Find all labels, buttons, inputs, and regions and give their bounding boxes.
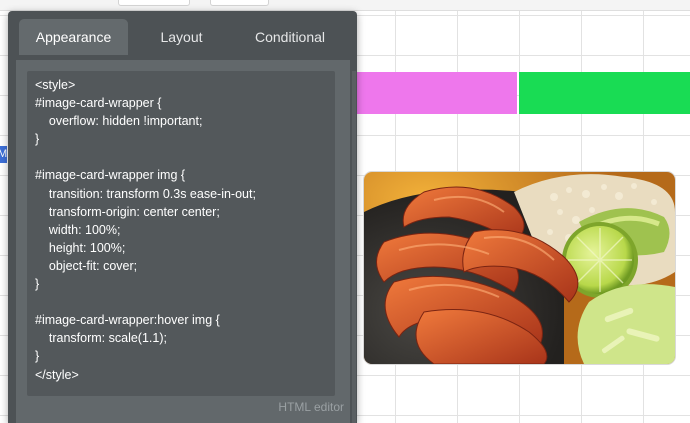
top-toolbar-strip (0, 0, 690, 11)
grilled-shrimp-plate-image (364, 172, 675, 364)
code-line: transform-origin: center center; (35, 204, 220, 219)
code-line: <style> (35, 78, 76, 92)
pink-block[interactable] (356, 72, 517, 114)
code-content: <style> #image-card-wrapper { overflow: h… (35, 76, 256, 384)
tab-appearance[interactable]: Appearance (19, 19, 128, 55)
image-card[interactable] (363, 171, 676, 365)
element-tag[interactable]: M (0, 146, 7, 163)
code-line: </style> (35, 367, 79, 382)
code-line: } (35, 349, 40, 364)
code-line: overflow: hidden !important; (35, 114, 203, 129)
code-line: transition: transform 0.3s ease-in-out; (35, 186, 256, 201)
code-line: #image-card-wrapper:hover img { (35, 313, 220, 328)
code-line: object-fit: cover; (35, 258, 138, 273)
editor-label: HTML editor (278, 400, 344, 414)
element-tag-label: M (0, 148, 7, 160)
html-editor-input[interactable]: <style> #image-card-wrapper { overflow: h… (27, 71, 335, 396)
property-editor-panel: Appearance Layout Conditional <style> #im… (8, 11, 357, 423)
tab-layout[interactable]: Layout (138, 19, 225, 55)
toolbar-button[interactable] (118, 0, 190, 6)
toolbar-button[interactable] (210, 0, 269, 6)
code-line: } (35, 277, 40, 292)
code-line: transform: scale(1.1); (35, 331, 167, 346)
panel-scrollbar[interactable] (352, 71, 356, 423)
html-editor-section: <style> #image-card-wrapper { overflow: h… (16, 60, 350, 423)
panel-tabs: Appearance Layout Conditional (8, 11, 357, 57)
green-block[interactable] (519, 72, 690, 114)
code-line: } (35, 132, 40, 147)
tab-conditional[interactable]: Conditional (240, 19, 340, 55)
design-canvas[interactable]: M Appearance Layout Conditional <style> … (0, 0, 690, 423)
code-line: height: 100%; (35, 240, 126, 255)
code-line: #image-card-wrapper img { (35, 168, 186, 183)
code-line: width: 100%; (35, 222, 121, 237)
code-line: #image-card-wrapper { (35, 96, 162, 111)
